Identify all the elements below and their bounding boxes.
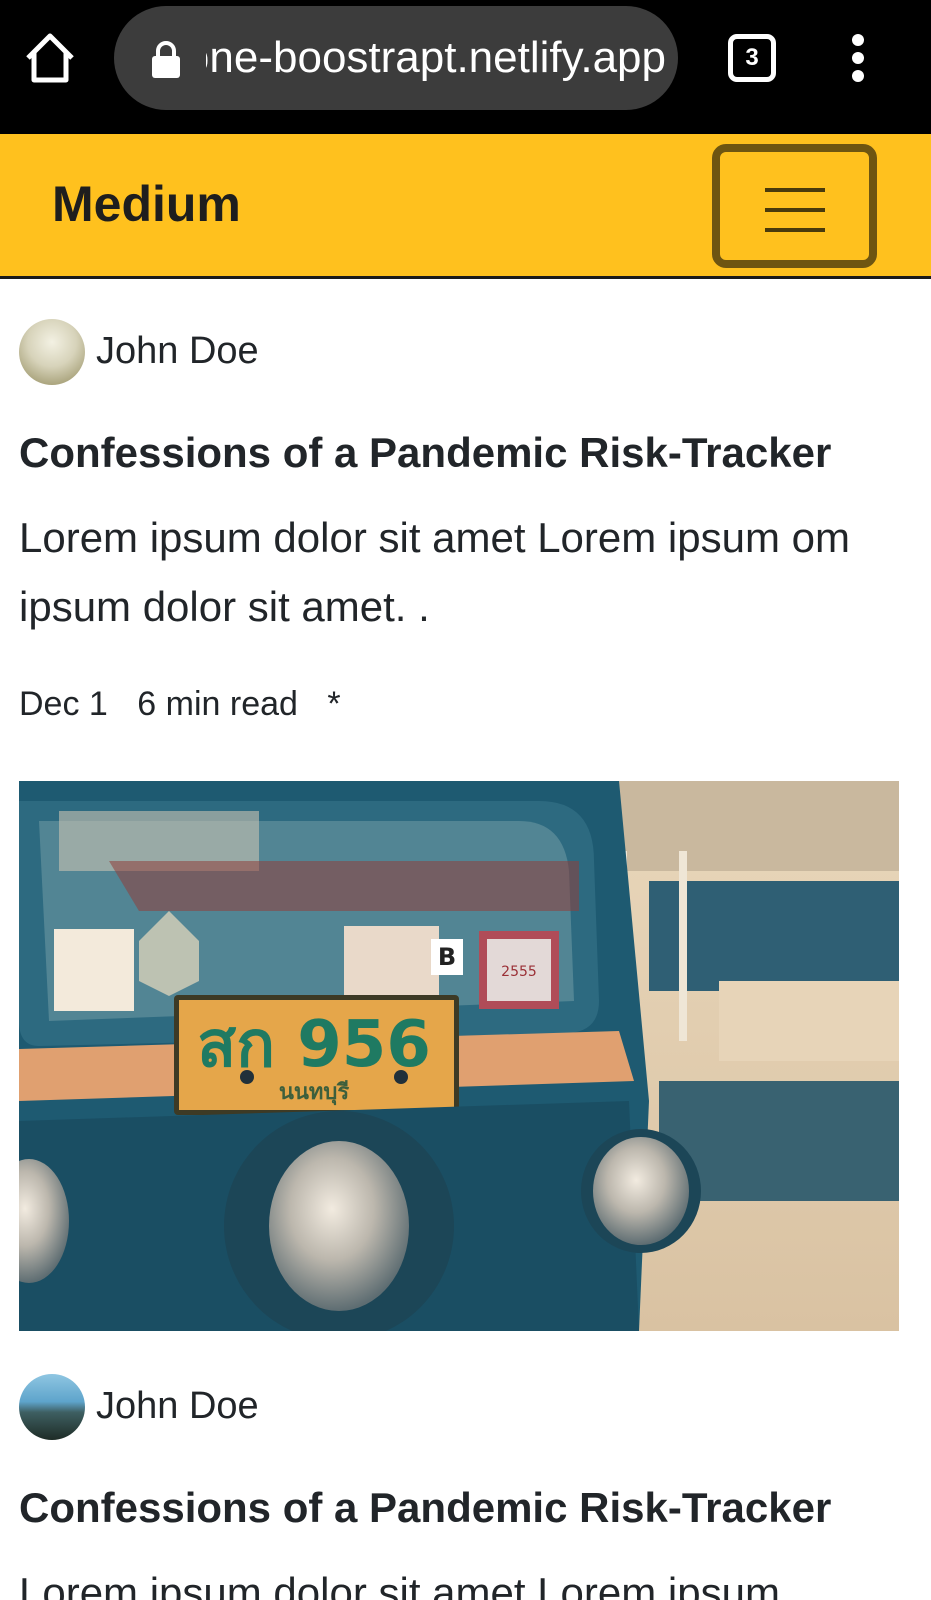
author-name[interactable]: John Doe — [96, 325, 259, 377]
avatar — [19, 1374, 85, 1440]
post-meta: Dec 1 6 min read * — [19, 681, 899, 727]
post-card: John Doe Confessions of a Pandemic Risk-… — [19, 319, 899, 727]
post-excerpt: Lorem ipsum dolor sit amet Lorem ipsum — [19, 1569, 780, 1600]
post-author[interactable]: John Doe — [19, 1374, 899, 1440]
navbar-toggler-button[interactable] — [712, 144, 877, 268]
lock-icon — [152, 41, 180, 78]
post-date: Dec 1 — [19, 685, 108, 723]
post-title[interactable]: Confessions of a Pandemic Risk-Tracker — [19, 425, 899, 481]
sticker-text: 2555 — [501, 964, 537, 980]
license-plate-subtext: นนทบุรี — [279, 1080, 350, 1106]
home-icon[interactable] — [22, 30, 78, 86]
svg-text:B: B — [438, 943, 456, 971]
address-bar[interactable]: medium-clone-boostrapt.netlify.app — [114, 6, 678, 110]
site-navbar: Medium — [0, 134, 931, 279]
tuk-tuk-photo: B 2555 สก 956 นนทบุรี — [19, 781, 899, 1331]
more-options-icon[interactable] — [842, 34, 874, 82]
url-text: medium-clone-boostrapt.netlify.app — [206, 33, 666, 82]
post-image[interactable]: B 2555 สก 956 นนทบุรี — [19, 781, 899, 1331]
avatar — [19, 319, 85, 385]
post-read-time: 6 min read — [137, 685, 298, 723]
bookmark-icon[interactable]: * — [327, 685, 340, 723]
tab-switcher-button[interactable]: 3 — [728, 34, 776, 82]
navbar-brand[interactable]: Medium — [52, 174, 241, 234]
post-excerpt: Lorem ipsum dolor sit amet Lorem ipsum o… — [19, 514, 850, 630]
post-title[interactable]: Confessions of a Pandemic Risk-Tracker — [19, 1480, 899, 1536]
hamburger-menu-icon — [765, 188, 825, 232]
post-author[interactable]: John Doe — [19, 319, 899, 385]
author-name[interactable]: John Doe — [96, 1380, 259, 1432]
post-card: John Doe Confessions of a Pandemic Risk-… — [19, 1374, 899, 1600]
browser-toolbar: medium-clone-boostrapt.netlify.app 3 — [0, 0, 931, 134]
license-plate-text: สก 956 — [197, 1008, 431, 1082]
